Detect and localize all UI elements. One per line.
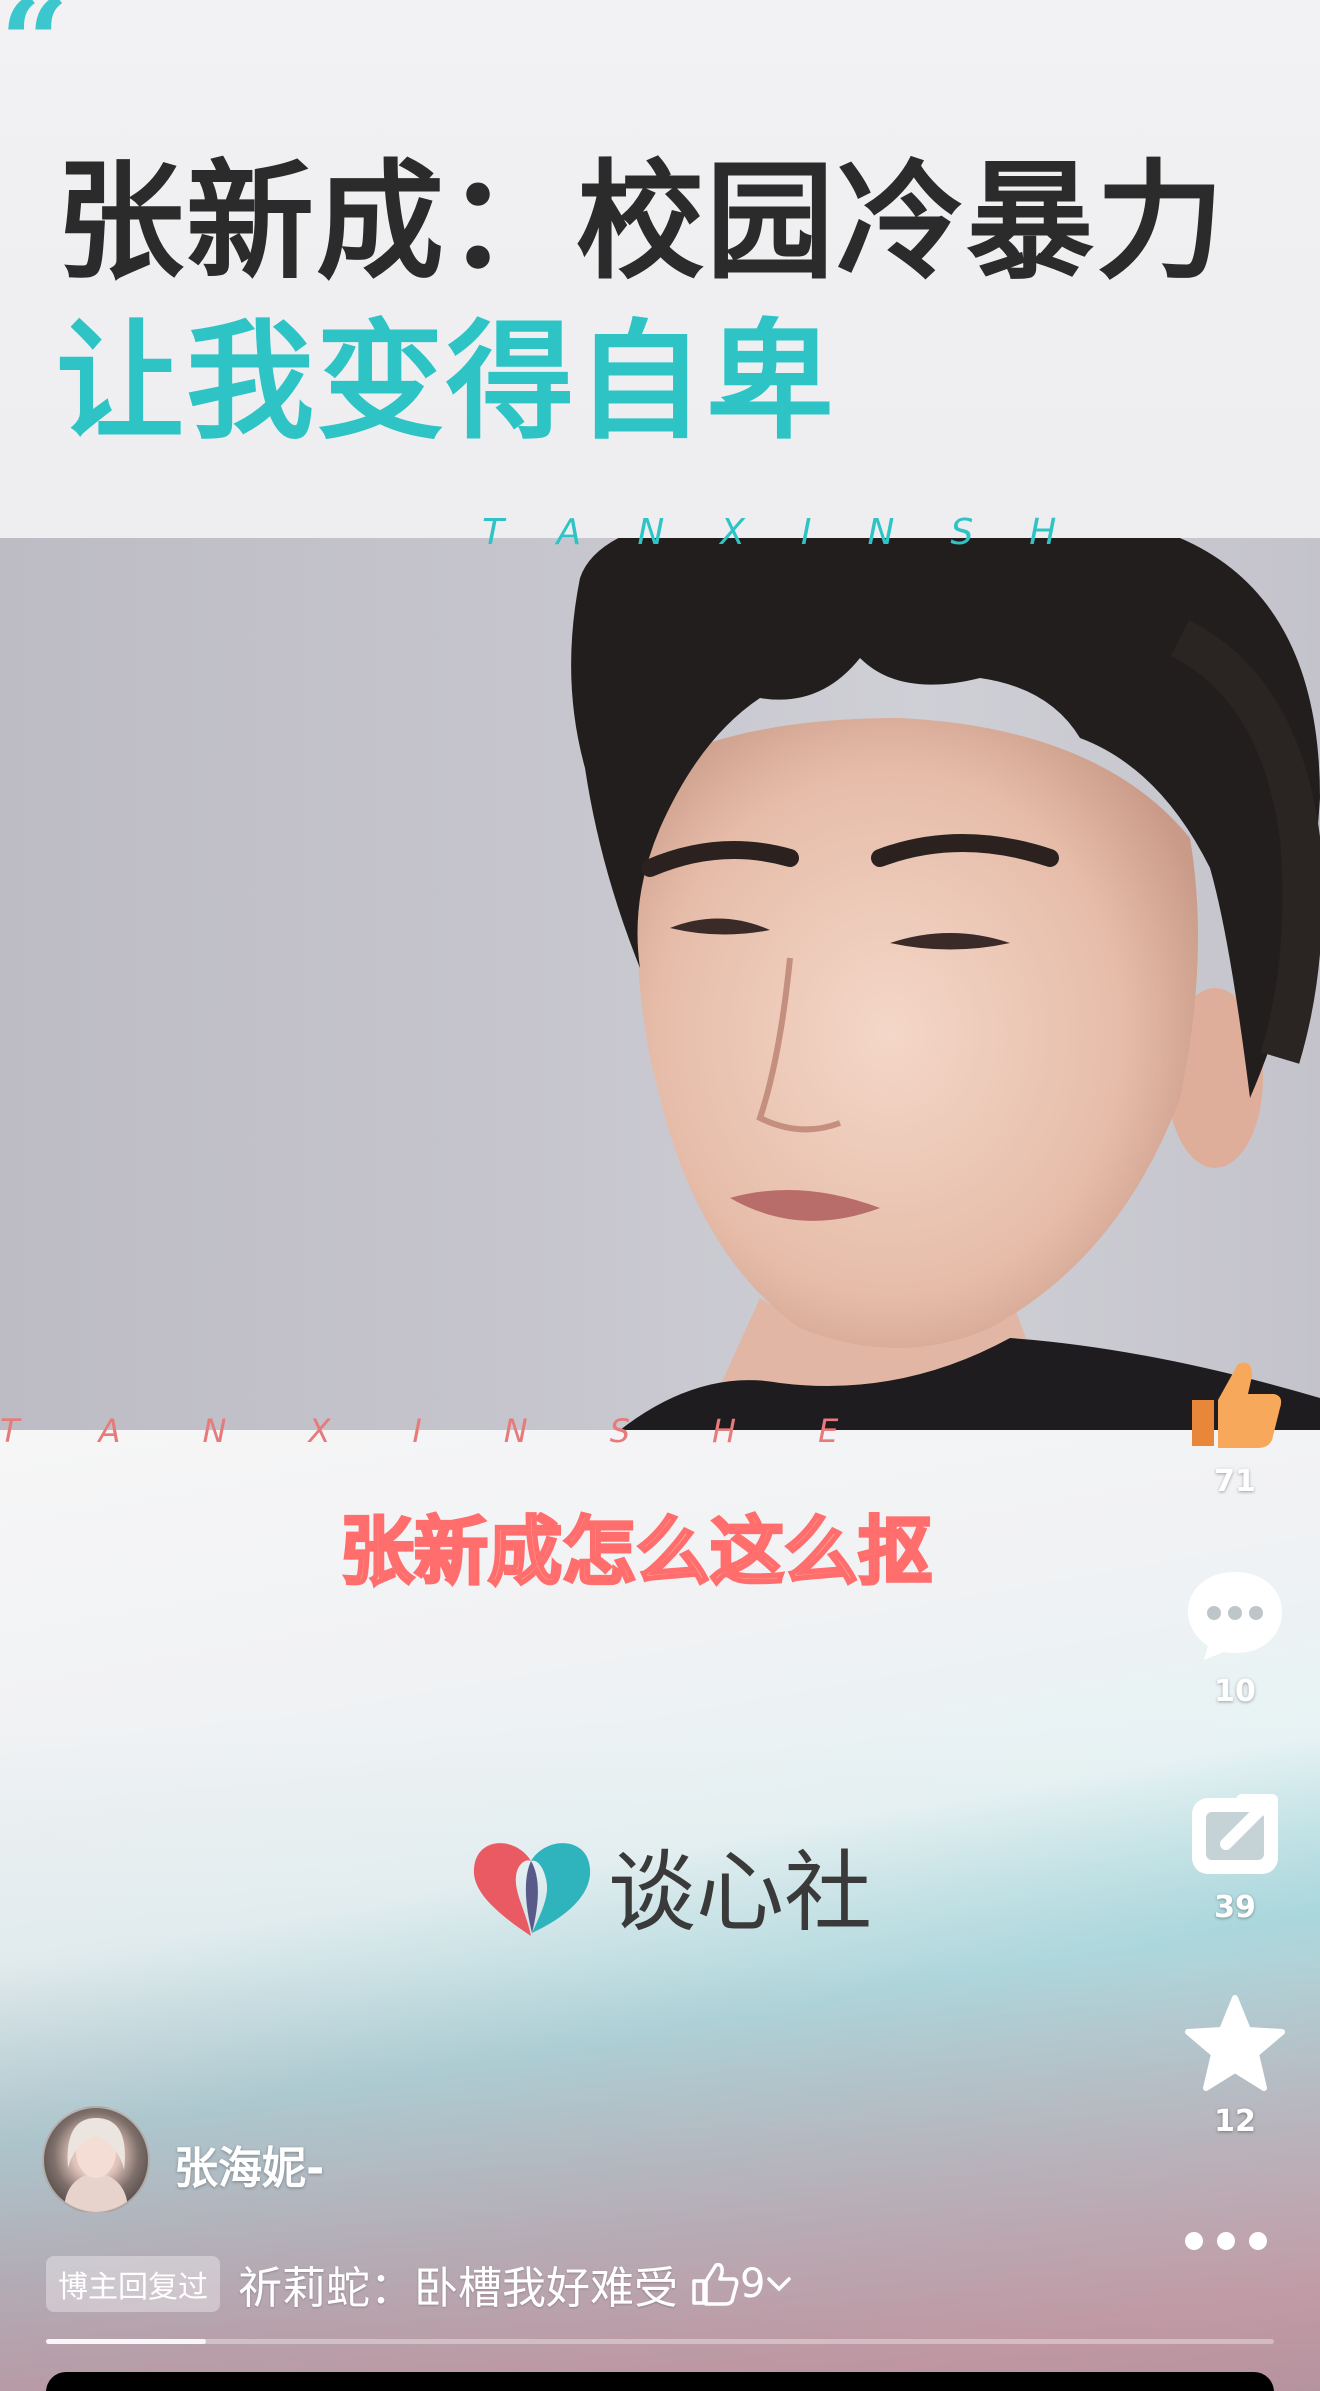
more-options-icon[interactable] [1185, 2232, 1267, 2250]
heart-logo-icon [473, 1842, 591, 1936]
video-frame[interactable] [0, 538, 1320, 1430]
author-username[interactable]: 张海妮- [174, 2132, 324, 2196]
brand-logo: 谈心社 [466, 1822, 872, 1949]
bottom-input-bar[interactable] [46, 2372, 1274, 2391]
share-icon [1192, 1794, 1278, 1874]
comment-count: 10 [1214, 1674, 1256, 1709]
brand-name: 谈心社 [608, 1841, 873, 1944]
thumbs-up-icon [1192, 1362, 1282, 1448]
like-count: 71 [1214, 1464, 1256, 1499]
video-progress-fill [46, 2339, 206, 2344]
like-button[interactable]: 71 [1180, 1350, 1290, 1499]
comment-like-button[interactable]: 9 [690, 2261, 793, 2307]
comment-icon [1188, 1572, 1282, 1660]
chevron-down-icon [767, 2277, 792, 2292]
share-count: 39 [1214, 1890, 1256, 1925]
author-replied-badge: 博主回复过 [46, 2256, 220, 2312]
avatar[interactable] [42, 2106, 150, 2214]
favorite-count: 12 [1214, 2104, 1256, 2139]
comment-text: 祈莉蛇：卧槽我好难受 [238, 2263, 678, 2314]
video-feed-screen: “ 张新成：校园冷暴力 让我变得自卑 TANXINSH TANXINSHE 张新… [0, 0, 1320, 2391]
video-title-line-2: 让我变得自卑 [56, 308, 837, 457]
quote-mark: “ [0, 0, 69, 113]
video-title-line-1: 张新成：校园冷暴力 [56, 148, 1227, 297]
comment-button[interactable]: 10 [1180, 1560, 1290, 1709]
person-illustration [571, 538, 1320, 1430]
share-button[interactable]: 39 [1180, 1776, 1290, 1925]
watermark-bottom: TANXINSHE [0, 1412, 921, 1450]
pinned-comment[interactable]: 博主回复过 祈莉蛇：卧槽我好难受 9 [46, 2252, 793, 2316]
avatar-image [64, 2118, 128, 2212]
video-progress-bar[interactable] [46, 2339, 1274, 2344]
thumbs-up-outline-icon [692, 2262, 739, 2306]
watermark-top: TANXINSH [482, 512, 1113, 553]
video-subtitle: 张新成怎么这么抠 [339, 1508, 934, 1597]
comment-like-count: 9 [740, 2261, 766, 2307]
star-icon [1185, 1995, 1285, 2091]
favorite-button[interactable]: 12 [1180, 1990, 1290, 2139]
